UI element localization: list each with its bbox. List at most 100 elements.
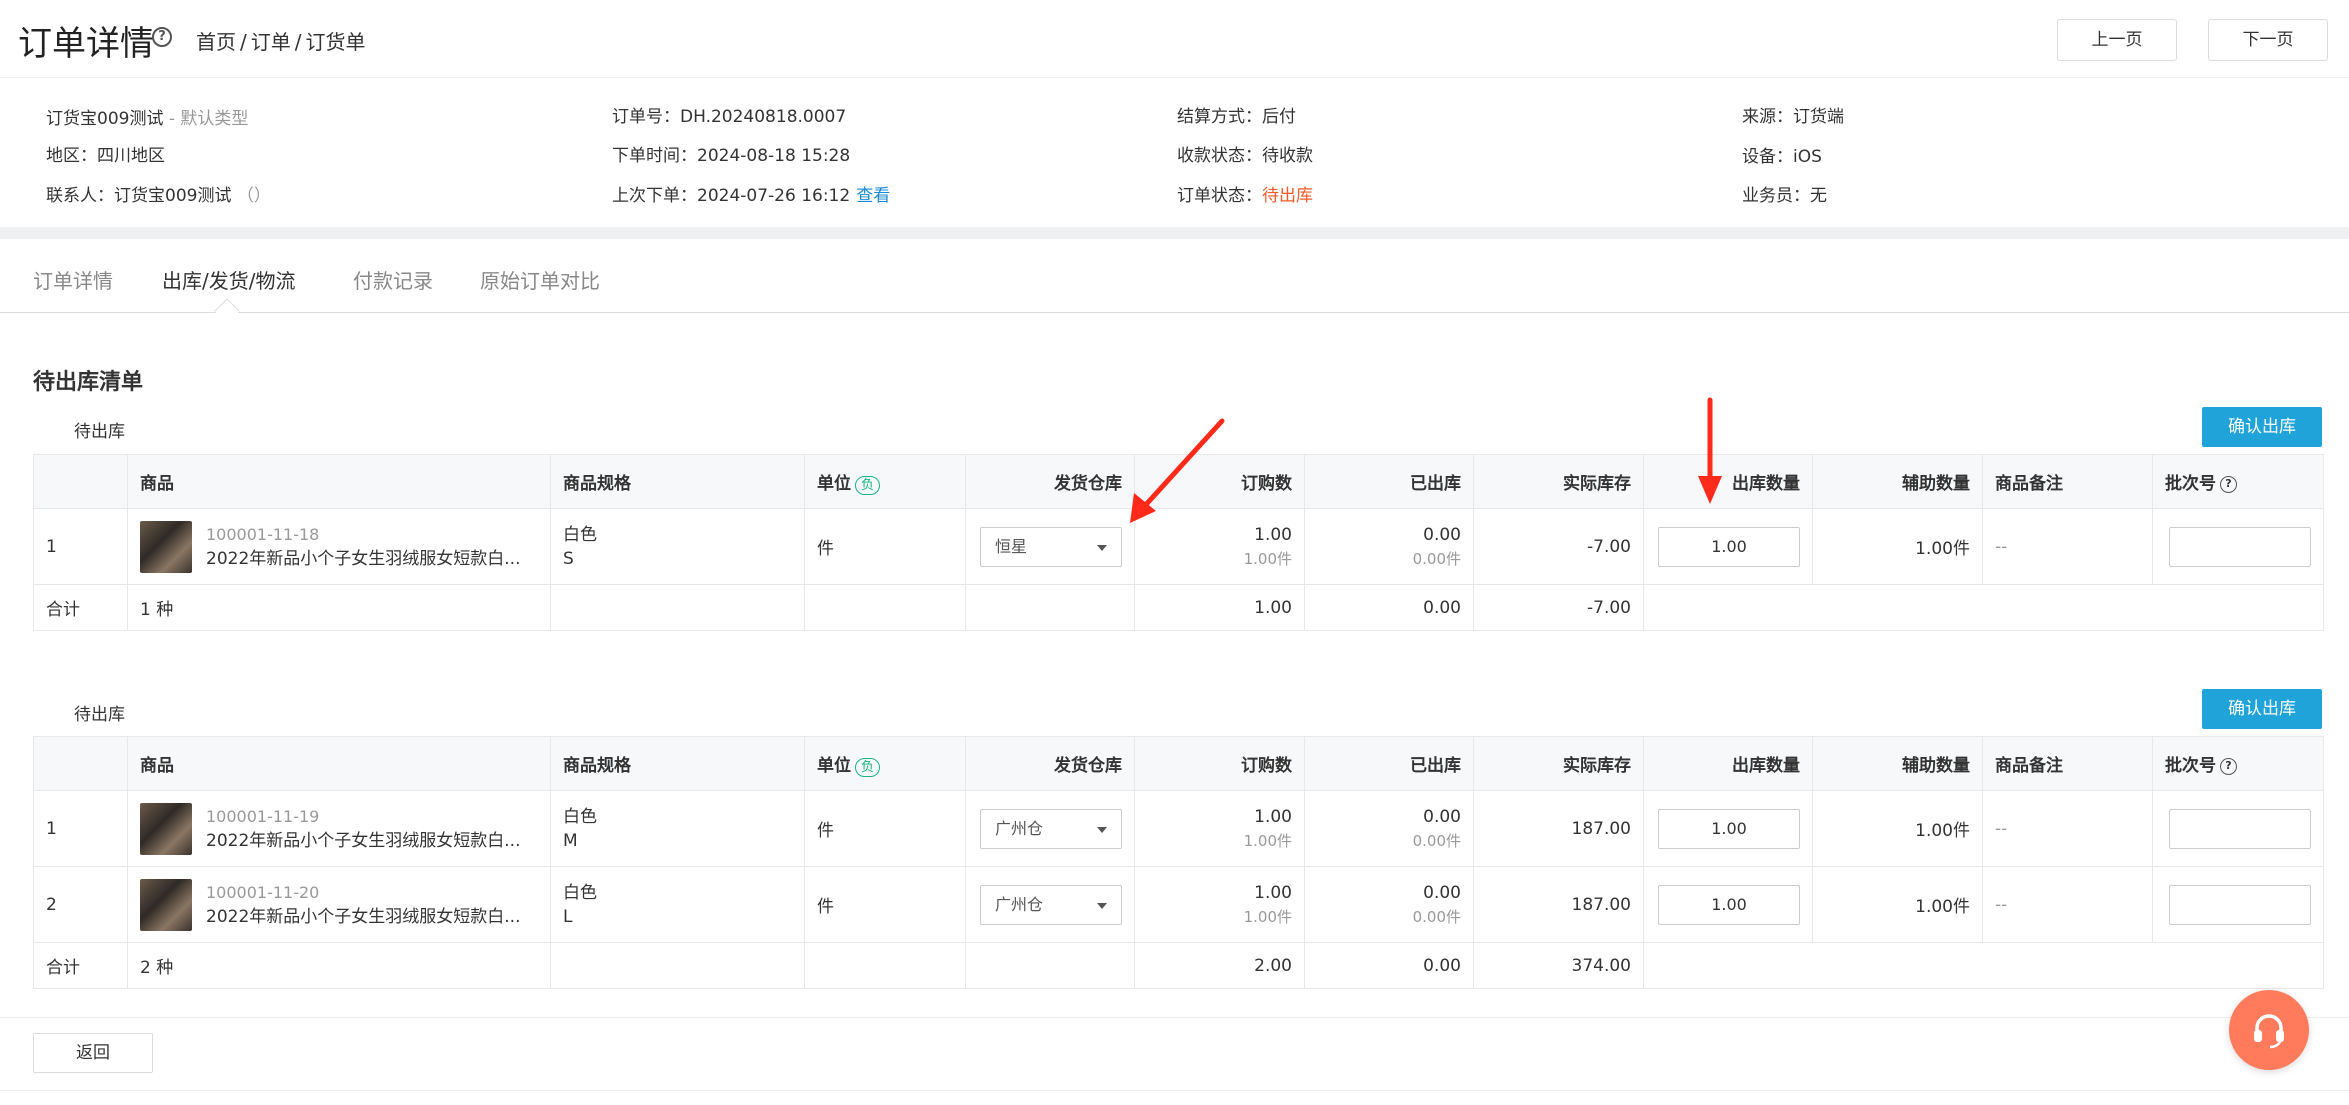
batch-input[interactable] [2169,808,2311,849]
col-warehouse: 发货仓库 [965,736,1135,791]
aux-qty-cell: 1.00件 [1812,866,1983,943]
product-name[interactable]: 2022年新品小个子女生羽绒服女短款白... [206,905,520,929]
tab-original-compare[interactable]: 原始订单对比 [480,265,600,294]
warehouse-value: 广州仓 [995,894,1044,914]
col-shipped: 已出库 [1304,454,1474,509]
customer-support-button[interactable] [2229,990,2309,1070]
summary-ordered: 2.00 [1134,942,1305,989]
product-code: 100001-11-20 [206,882,320,902]
summary-label: 合计 [33,584,128,631]
help-icon[interactable]: ? [2220,757,2237,775]
col-remark: 商品备注 [1982,454,2153,509]
headset-icon [2254,1014,2284,1049]
next-page-button[interactable]: 下一页 [2208,19,2328,61]
summary-row: 合计 1 种 1.00 0.00 -7.00 [33,584,2324,631]
ordered-value: 1.00 [1254,882,1292,903]
col-unit: 单位负 [804,454,966,509]
device-info: 设备：iOS [1742,142,1822,167]
breadcrumb-sep: / [240,30,247,54]
warehouse-select[interactable]: 恒星 [980,526,1122,567]
tab-order-detail[interactable]: 订单详情 [33,265,113,294]
order-time-info: 下单时间：2024-08-18 15:28 [612,141,850,166]
batch-input[interactable] [2169,884,2311,925]
col-unit-label: 单位 [817,473,851,494]
annotation-arrow [1130,418,1225,523]
table-row: 2 100001-11-20 2022年新品小个子女生羽绒服女短款白... 白色… [33,866,2324,943]
help-icon[interactable]: ? [2220,475,2237,493]
breadcrumb-home[interactable]: 首页 [196,30,236,54]
row-index: 1 [33,790,128,867]
contact-value: 订货宝009测试 [114,186,232,206]
device-label: 设备： [1742,147,1793,167]
tab-bar: 订单详情 出库/发货/物流 付款记录 原始订单对比 [0,239,2349,313]
footer-divider [0,1017,2349,1018]
col-batch-label: 批次号 [2165,474,2216,494]
help-icon[interactable]: ? [152,27,172,47]
out-qty-input[interactable]: 1.00 [1658,526,1800,567]
order-status-label: 订单状态： [1177,186,1262,206]
tab-shipping[interactable]: 出库/发货/物流 [162,265,295,294]
unit-cell: 件 [804,508,966,585]
out-qty-cell: 1.00 [1643,508,1813,585]
view-last-order-link[interactable]: 查看 [856,186,890,206]
batch-cell [2152,790,2324,867]
batch-cell [2152,508,2324,585]
ordered-sub: 1.00件 [1243,907,1292,926]
confirm-outbound-button[interactable]: 确认出库 [2202,407,2322,447]
warehouse-value: 广州仓 [995,818,1044,838]
product-name[interactable]: 2022年新品小个子女生羽绒服女短款白... [206,829,520,853]
col-ordered: 订购数 [1134,736,1305,791]
shipped-cell: 0.00 0.00件 [1304,790,1474,867]
product-code: 100001-11-18 [206,524,320,544]
customer-type: - 默认类型 [168,109,249,129]
back-button[interactable]: 返回 [33,1033,153,1073]
chevron-down-icon [1097,902,1107,909]
ordered-sub: 1.00件 [1243,549,1292,568]
sales-label: 业务员： [1742,186,1810,206]
region-value: 四川地区 [97,146,165,166]
contact-label: 联系人： [46,186,114,206]
batch-input[interactable] [2169,526,2311,567]
shipped-sub: 0.00件 [1412,907,1461,926]
device-value: iOS [1793,147,1822,167]
summary-empty [1643,942,2324,989]
breadcrumb-orders[interactable]: 订单 [251,30,291,54]
region-info: 地区：四川地区 [46,141,165,166]
table-row: 1 100001-11-19 2022年新品小个子女生羽绒服女短款白... 白色… [33,790,2324,867]
product-name[interactable]: 2022年新品小个子女生羽绒服女短款白... [206,547,520,571]
chevron-down-icon [1097,826,1107,833]
shipped-sub: 0.00件 [1412,831,1461,850]
confirm-outbound-button[interactable]: 确认出库 [2202,689,2322,729]
shipped-sub: 0.00件 [1412,549,1461,568]
warehouse-select[interactable]: 广州仓 [980,808,1122,849]
unit-cell: 件 [804,790,966,867]
tab-payment-records[interactable]: 付款记录 [353,265,433,294]
pay-status-value: 待收款 [1262,146,1313,166]
warehouse-cell: 广州仓 [965,866,1135,943]
summary-stock: 374.00 [1473,942,1644,989]
order-no-info: 订单号：DH.20240818.0007 [612,102,846,127]
product-thumbnail[interactable] [140,878,192,931]
pay-status-label: 收款状态： [1177,146,1262,166]
spec-color: 白色 [563,524,597,545]
product-thumbnail[interactable] [140,802,192,855]
breadcrumb: 首页 / 订单 / 订货单 [196,26,370,55]
spec-color: 白色 [563,882,597,903]
shipped-value: 0.00 [1423,524,1461,545]
shipped-value: 0.00 [1423,882,1461,903]
summary-shipped: 0.00 [1304,584,1474,631]
out-qty-cell: 1.00 [1643,790,1813,867]
warehouse-select[interactable]: 广州仓 [980,884,1122,925]
col-batch-label: 批次号 [2165,756,2216,776]
product-thumbnail[interactable] [140,520,192,573]
section-divider [0,227,2349,239]
contact-info: 联系人：订货宝009测试 （） [46,181,271,206]
out-qty-input[interactable]: 1.00 [1658,808,1800,849]
order-time-value: 2024-08-18 15:28 [697,146,851,166]
summary-shipped: 0.00 [1304,942,1474,989]
col-product: 商品 [127,454,551,509]
prev-page-button[interactable]: 上一页 [2057,19,2177,61]
breadcrumb-sep: / [294,30,302,54]
out-qty-input[interactable]: 1.00 [1658,884,1800,925]
summary-kinds: 1 种 [127,584,551,631]
